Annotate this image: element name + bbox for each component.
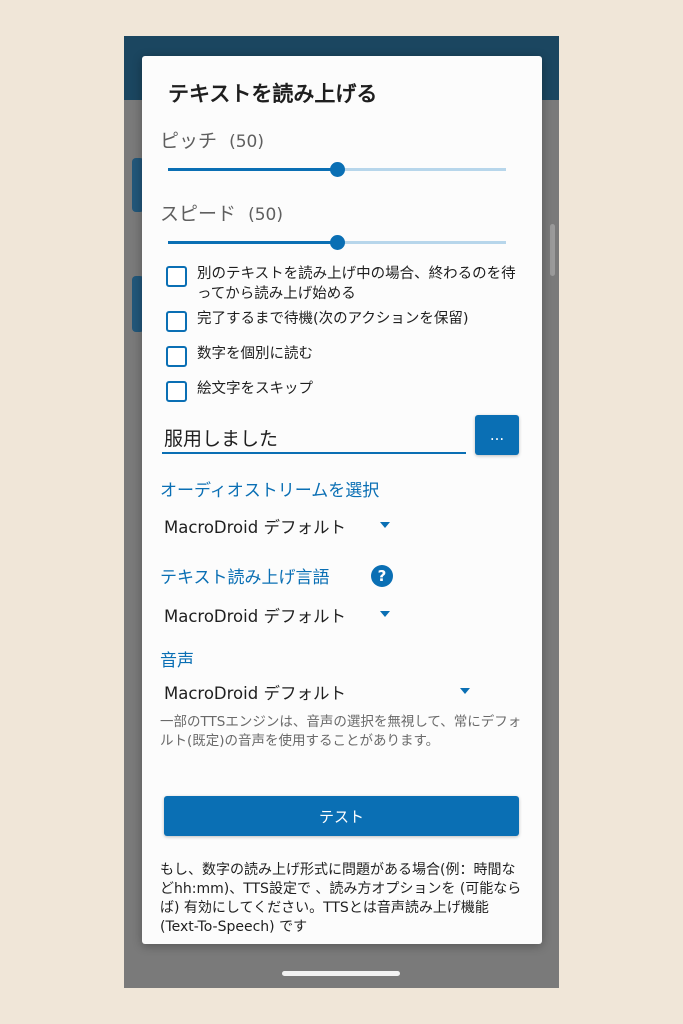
audio-stream-selected: MacroDroid デフォルト bbox=[164, 518, 346, 537]
voice-label: 音声 bbox=[160, 651, 194, 671]
footer-info-text: もし、数字の読み上げ形式に問題がある場合(例：時間などhh:mm)、TTS設定で… bbox=[160, 862, 522, 935]
tts-language-label: テキスト読み上げ言語 bbox=[160, 568, 330, 588]
tts-language-dropdown[interactable]: MacroDroid デフォルト bbox=[164, 599, 394, 629]
checkbox-label: 絵文字をスキップ bbox=[197, 381, 313, 397]
voice-selected: MacroDroid デフォルト bbox=[164, 684, 346, 703]
checkbox-label: 数字を個別に読む bbox=[197, 346, 313, 362]
checkbox-row-wait-until-done[interactable]: 完了するまで待機(次のアクションを保留) bbox=[166, 309, 527, 332]
dialog-title: テキストを読み上げる bbox=[168, 82, 378, 106]
speed-value: (50) bbox=[248, 205, 283, 225]
speed-slider-thumb[interactable] bbox=[330, 235, 345, 250]
background-scrollbar bbox=[550, 224, 555, 276]
speak-text-input[interactable]: 服用しました bbox=[162, 418, 466, 454]
pitch-slider[interactable] bbox=[168, 162, 506, 177]
checkbox-label: 別のテキストを読み上げ中の場合、終わるのを待ってから読み上げ始める bbox=[197, 266, 516, 302]
magic-text-button[interactable]: ... bbox=[475, 415, 519, 455]
checkbox-row-wait-for-other[interactable]: 別のテキストを読み上げ中の場合、終わるのを待ってから読み上げ始める bbox=[166, 264, 527, 304]
pitch-label: ピッチ (50) bbox=[160, 126, 264, 153]
checkbox-row-skip-emoji[interactable]: 絵文字をスキップ bbox=[166, 379, 527, 402]
skip-emoji-checkbox[interactable] bbox=[166, 381, 187, 402]
read-digits-checkbox[interactable] bbox=[166, 346, 187, 367]
speak-text-dialog: テキストを読み上げる ピッチ (50) スピード (50) 別のテキストを読み上… bbox=[142, 56, 542, 944]
wait-for-other-checkbox[interactable] bbox=[166, 266, 187, 287]
speed-label-text: スピード bbox=[160, 203, 237, 225]
voice-note: 一部のTTSエンジンは、音声の選択を無視して、常にデフォルト(既定)の音声を使用… bbox=[160, 714, 522, 749]
help-icon[interactable]: ? bbox=[371, 565, 393, 587]
checkbox-row-read-digits[interactable]: 数字を個別に読む bbox=[166, 344, 527, 367]
chevron-down-icon bbox=[460, 688, 470, 694]
audio-stream-dropdown[interactable]: MacroDroid デフォルト bbox=[164, 510, 394, 540]
checkbox-label: 完了するまで待機(次のアクションを保留) bbox=[197, 311, 469, 327]
tts-language-selected: MacroDroid デフォルト bbox=[164, 607, 346, 626]
audio-stream-label: オーディオストリームを選択 bbox=[160, 481, 380, 501]
speed-slider[interactable] bbox=[168, 235, 506, 250]
chevron-down-icon bbox=[380, 522, 390, 528]
navigation-handle[interactable] bbox=[282, 971, 400, 976]
pitch-value: (50) bbox=[229, 132, 264, 152]
speed-label: スピード (50) bbox=[160, 199, 283, 226]
chevron-down-icon bbox=[380, 611, 390, 617]
pitch-slider-thumb[interactable] bbox=[330, 162, 345, 177]
speed-slider-fill bbox=[168, 241, 337, 244]
pitch-label-text: ピッチ bbox=[160, 130, 218, 152]
test-button[interactable]: テスト bbox=[164, 796, 519, 836]
pitch-slider-fill bbox=[168, 168, 337, 171]
wait-until-done-checkbox[interactable] bbox=[166, 311, 187, 332]
voice-dropdown[interactable]: MacroDroid デフォルト bbox=[164, 676, 474, 706]
speak-text-value: 服用しました bbox=[164, 428, 279, 450]
